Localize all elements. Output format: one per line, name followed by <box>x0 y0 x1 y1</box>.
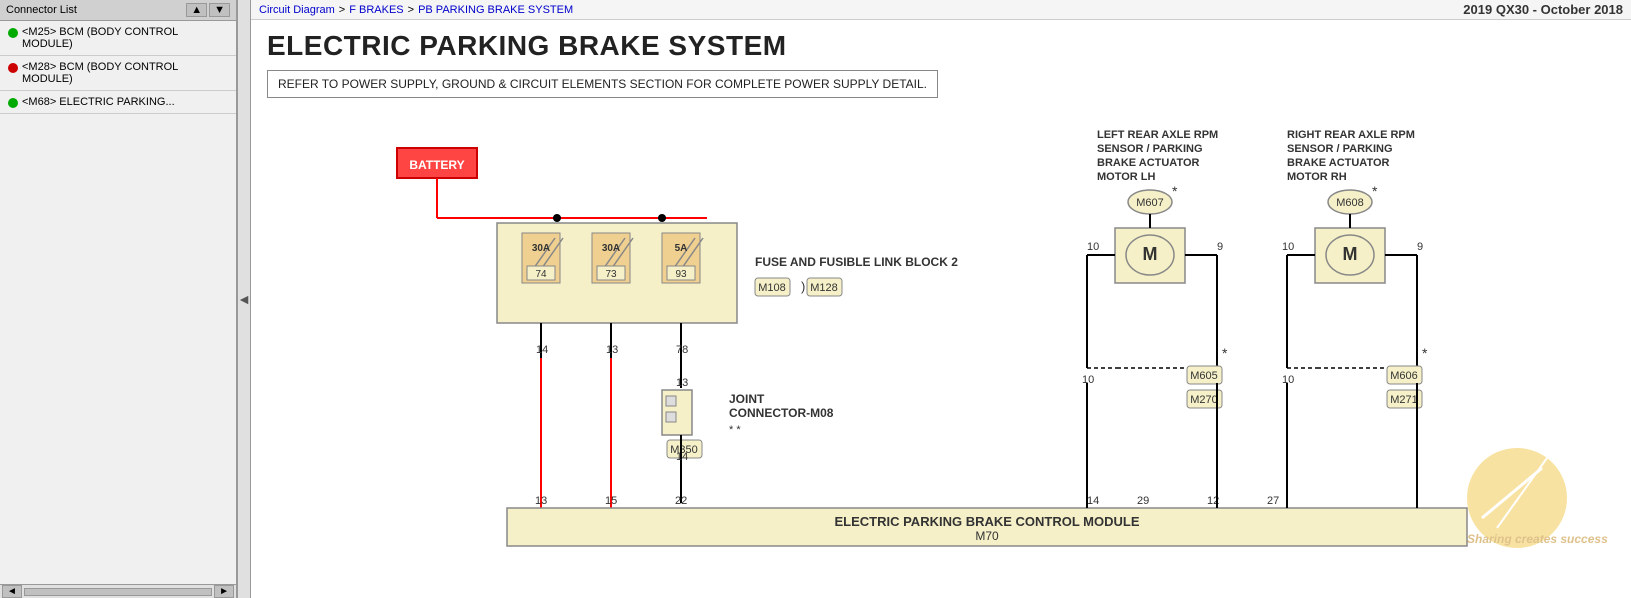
svg-text:Sharing creates success: Sharing creates success <box>1467 532 1608 546</box>
svg-text:10: 10 <box>1282 241 1294 253</box>
collapse-icon: ◄ <box>237 291 251 307</box>
item-label: <M28> BCM (BODY CONTROL MODULE) <box>22 61 228 85</box>
svg-text:M: M <box>1343 244 1358 264</box>
svg-text:BRAKE ACTUATOR: BRAKE ACTUATOR <box>1097 157 1200 169</box>
svg-text:93: 93 <box>675 269 687 280</box>
svg-text:M606: M606 <box>1390 370 1418 382</box>
svg-text:*: * <box>1222 345 1228 361</box>
svg-text:10: 10 <box>1082 374 1094 386</box>
svg-text:* *: * * <box>729 424 741 436</box>
connector-list-header: Connector List ▲ ▼ <box>0 0 236 21</box>
svg-text:RIGHT REAR AXLE RPM: RIGHT REAR AXLE RPM <box>1287 129 1415 141</box>
svg-text:M605: M605 <box>1190 370 1218 382</box>
svg-text:5A: 5A <box>675 243 688 254</box>
svg-text:15: 15 <box>605 495 617 507</box>
svg-text:10: 10 <box>1282 374 1294 386</box>
status-dot <box>8 98 18 108</box>
svg-text:CONNECTOR-M08: CONNECTOR-M08 <box>729 406 834 420</box>
main-area: Circuit Diagram > F BRAKES > PB PARKING … <box>251 0 1631 598</box>
connector-items-list: <M25> BCM (BODY CONTROL MODULE) <M28> BC… <box>0 21 236 584</box>
svg-text:30A: 30A <box>602 243 620 254</box>
scroll-left-btn[interactable]: ◄ <box>2 585 22 598</box>
svg-text:ELECTRIC PARKING BRAKE CONTROL: ELECTRIC PARKING BRAKE CONTROL MODULE <box>834 514 1139 529</box>
item-label: <M25> BCM (BODY CONTROL MODULE) <box>22 26 228 50</box>
svg-text:*: * <box>1422 345 1428 361</box>
scroll-right-btn[interactable]: ► <box>214 585 234 598</box>
breadcrumb-circuit-diagram[interactable]: Circuit Diagram <box>259 4 335 16</box>
collapse-button[interactable]: ◄ <box>237 0 251 598</box>
svg-text:BRAKE ACTUATOR: BRAKE ACTUATOR <box>1287 157 1390 169</box>
svg-text:LEFT REAR AXLE RPM: LEFT REAR AXLE RPM <box>1097 129 1218 141</box>
svg-text:*: * <box>1372 183 1378 199</box>
svg-text:M608: M608 <box>1336 197 1364 209</box>
svg-text:SENSOR / PARKING: SENSOR / PARKING <box>1287 143 1393 155</box>
svg-text:14: 14 <box>1087 495 1099 507</box>
svg-text:JOINT: JOINT <box>729 392 765 406</box>
diagram-area[interactable]: ELECTRIC PARKING BRAKE SYSTEM REFER TO P… <box>251 20 1631 598</box>
svg-text:13: 13 <box>606 344 618 356</box>
svg-text:30A: 30A <box>532 243 550 254</box>
breadcrumb-pb-parking[interactable]: PB PARKING BRAKE SYSTEM <box>418 4 573 16</box>
svg-text:M271: M271 <box>1390 394 1418 406</box>
svg-text:13: 13 <box>676 377 688 389</box>
svg-text:29: 29 <box>1137 495 1149 507</box>
status-dot <box>8 63 18 73</box>
list-item[interactable]: <M68> ELECTRIC PARKING... <box>0 91 236 114</box>
breadcrumb-f-brakes[interactable]: F BRAKES <box>349 4 403 16</box>
svg-text:14: 14 <box>676 451 688 463</box>
scroll-down-btn[interactable]: ▼ <box>209 3 230 17</box>
vehicle-info: 2019 QX30 - October 2018 <box>1463 2 1623 17</box>
svg-text:*: * <box>1172 183 1178 199</box>
svg-text:M270: M270 <box>1190 394 1218 406</box>
breadcrumb-arrow1: > <box>339 4 345 16</box>
svg-text:13: 13 <box>535 495 547 507</box>
scroll-up-btn[interactable]: ▲ <box>186 3 207 17</box>
svg-text:): ) <box>801 279 805 294</box>
svg-text:27: 27 <box>1267 495 1279 507</box>
svg-text:78: 78 <box>676 344 688 356</box>
status-dot <box>8 28 18 38</box>
diagram-title: ELECTRIC PARKING BRAKE SYSTEM <box>267 30 1615 62</box>
battery-label: BATTERY <box>409 158 464 172</box>
list-item[interactable]: <M28> BCM (BODY CONTROL MODULE) <box>0 56 236 91</box>
wiring-diagram: BATTERY 30A 74 30A 73 <box>267 118 1627 548</box>
svg-text:14: 14 <box>536 344 548 356</box>
header-label: Connector List <box>6 4 77 16</box>
svg-text:M607: M607 <box>1136 197 1164 209</box>
svg-text:9: 9 <box>1417 241 1423 253</box>
svg-text:10: 10 <box>1087 241 1099 253</box>
svg-text:M128: M128 <box>810 282 838 294</box>
svg-text:22: 22 <box>675 495 687 507</box>
svg-text:74: 74 <box>535 269 547 280</box>
list-item[interactable]: <M25> BCM (BODY CONTROL MODULE) <box>0 21 236 56</box>
svg-text:9: 9 <box>1217 241 1223 253</box>
svg-text:MOTOR RH: MOTOR RH <box>1287 171 1347 183</box>
item-label: <M68> ELECTRIC PARKING... <box>22 96 175 108</box>
breadcrumb-arrow2: > <box>408 4 414 16</box>
svg-text:M: M <box>1143 244 1158 264</box>
svg-text:MOTOR LH: MOTOR LH <box>1097 171 1156 183</box>
svg-text:FUSE AND FUSIBLE LINK BLOCK 2: FUSE AND FUSIBLE LINK BLOCK 2 <box>755 255 958 269</box>
svg-text:73: 73 <box>605 269 617 280</box>
diagram-note: REFER TO POWER SUPPLY, GROUND & CIRCUIT … <box>267 70 938 98</box>
svg-text:M108: M108 <box>758 282 786 294</box>
connector-list-panel: Connector List ▲ ▼ <M25> BCM (BODY CONTR… <box>0 0 237 598</box>
top-bar: Circuit Diagram > F BRAKES > PB PARKING … <box>251 0 1631 20</box>
svg-text:SENSOR / PARKING: SENSOR / PARKING <box>1097 143 1203 155</box>
svg-text:M70: M70 <box>975 529 999 543</box>
